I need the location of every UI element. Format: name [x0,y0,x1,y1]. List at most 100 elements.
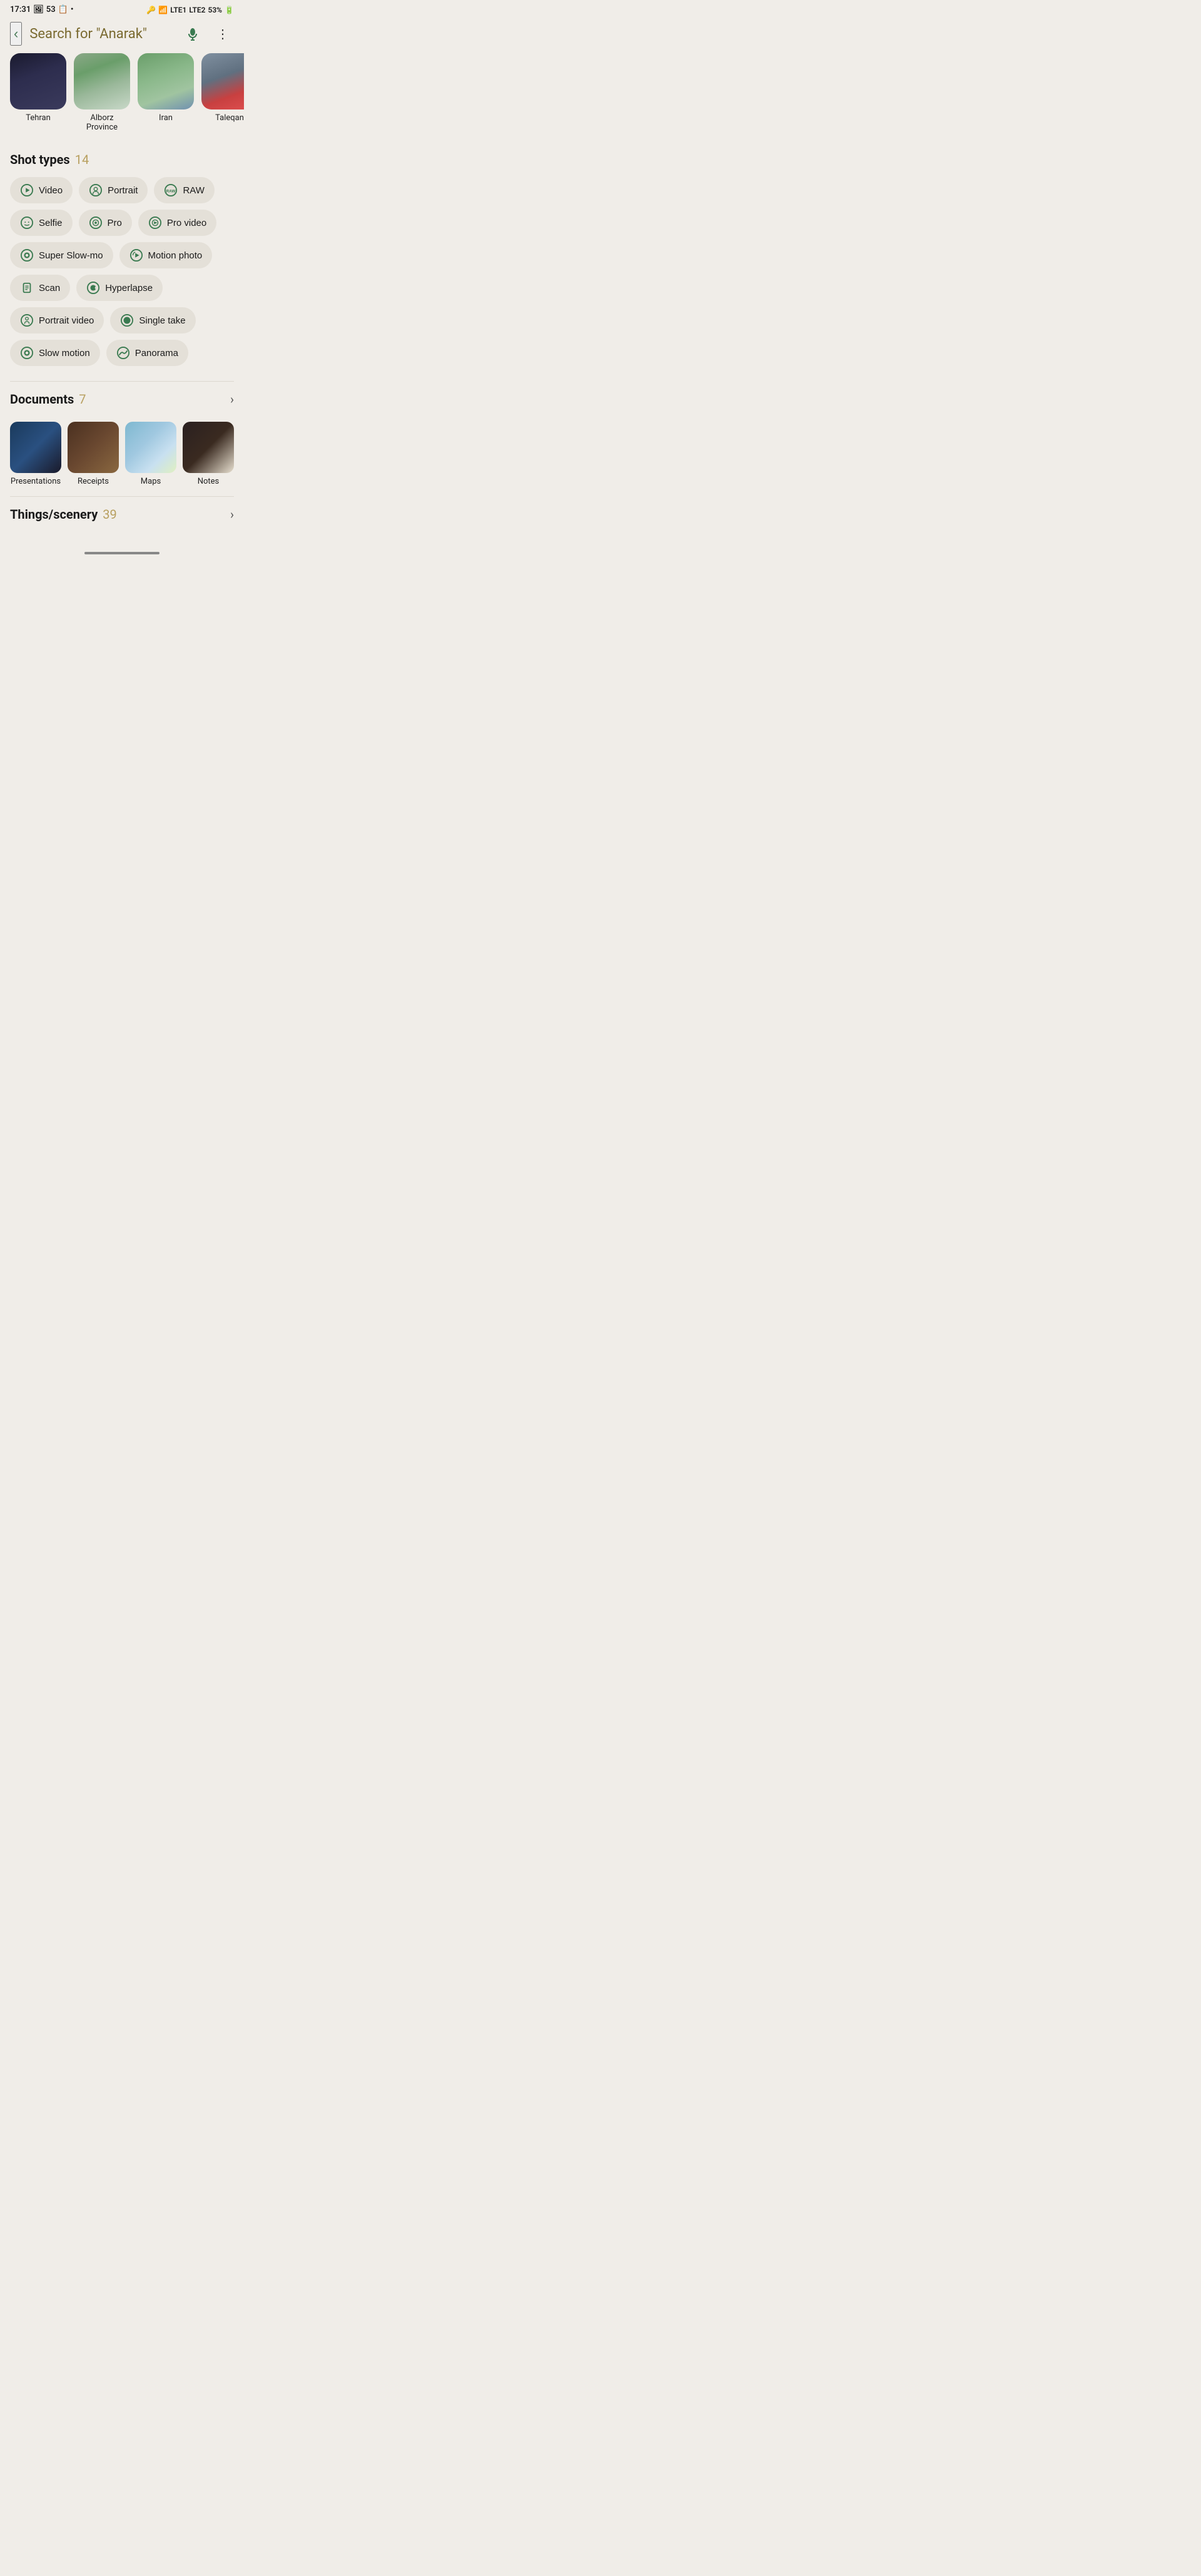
location-card-iran[interactable]: Iran [138,53,194,132]
time-display: 17:31 [10,5,31,14]
motion-photo-icon [129,248,143,262]
doc-card-maps[interactable]: Maps [125,422,176,486]
things-scenery-label: Things/scenery [10,507,98,522]
chip-label-hyperlapse: Hyperlapse [105,283,153,293]
chip-label-portrait-video: Portrait video [39,315,94,326]
panorama-icon [116,346,130,360]
doc-label-notes: Notes [198,477,220,486]
shot-types-title: Shot types 14 [10,152,234,167]
photo-icon: 🖼 [33,5,44,14]
chip-label-panorama: Panorama [135,348,178,359]
portrait-video-icon [20,313,34,327]
chip-single-take[interactable]: Single take [110,307,195,333]
play-icon [20,183,34,197]
scan-icon [20,281,34,295]
portrait-icon [89,183,103,197]
slow-motion-icon [20,346,34,360]
chip-panorama[interactable]: Panorama [106,340,188,366]
things-scenery-section: Things/scenery 39 › [0,497,244,547]
sim-icon: 📋 [58,5,68,14]
chip-label-pro: Pro [108,218,122,228]
chip-label-scan: Scan [39,283,60,293]
doc-thumb-maps [125,422,176,473]
documents-chevron[interactable]: › [230,392,234,407]
super-slowmo-icon [20,248,34,262]
location-scroll: Tehran Alborz Province Iran Taleqan [0,53,244,142]
doc-card-presentations[interactable]: Presentations [10,422,61,486]
doc-label-receipts: Receipts [78,477,109,486]
doc-thumb-presentations [10,422,61,473]
notification-count: 53 [46,5,56,14]
pro-icon [89,216,103,230]
status-left: 17:31 🖼 53 📋 • [10,5,73,14]
shot-types-count: 14 [75,152,89,167]
chip-scan[interactable]: Scan [10,275,70,301]
chip-slow-motion[interactable]: Slow motion [10,340,100,366]
doc-card-receipts[interactable]: Receipts [68,422,119,486]
doc-thumb-receipts [68,422,119,473]
chip-raw[interactable]: RAW RAW [154,177,214,203]
status-bar: 17:31 🖼 53 📋 • 🔑 📶 LTE1 LTE2 53% 🔋 [0,0,244,17]
chip-portrait[interactable]: Portrait [79,177,148,203]
shot-types-label: Shot types [10,152,70,167]
doc-thumb-notes [183,422,234,473]
bottom-handle [84,552,160,554]
chip-label-single-take: Single take [139,315,185,326]
things-scenery-chevron[interactable]: › [230,507,234,522]
chip-portrait-video[interactable]: Portrait video [10,307,104,333]
things-scenery-count: 39 [103,507,116,522]
battery-icon: 🔋 [225,6,234,14]
chip-pro[interactable]: Pro [79,210,132,236]
location-label-tehran: Tehran [26,113,51,123]
search-header: ‹ Search for "Anarak" ⋮ [0,17,244,53]
things-scenery-title: Things/scenery 39 [10,507,117,522]
back-button[interactable]: ‹ [10,22,22,46]
chip-label-selfie: Selfie [39,218,63,228]
lte2-icon: LTE2 [189,6,205,14]
chip-hyperlapse[interactable]: Hyperlapse [76,275,163,301]
doc-label-maps: Maps [141,477,161,486]
pro-video-icon [148,216,162,230]
chip-video[interactable]: Video [10,177,73,203]
key-icon: 🔑 [146,6,156,14]
chip-label-slow-motion: Slow motion [39,348,90,359]
status-right: 🔑 📶 LTE1 LTE2 53% 🔋 [146,6,234,14]
location-thumb-alborz [74,53,130,109]
location-thumb-taleqan [201,53,244,109]
chip-label-video: Video [39,185,63,196]
chip-label-raw: RAW [183,185,204,196]
documents-count: 7 [79,392,86,407]
things-scenery-header: Things/scenery 39 › [10,507,234,522]
chip-label-motion-photo: Motion photo [148,250,203,261]
location-card-taleqan[interactable]: Taleqan [201,53,244,132]
mic-icon [185,26,200,41]
doc-card-notes[interactable]: Notes [183,422,234,486]
location-card-tehran[interactable]: Tehran [10,53,66,132]
doc-label-presentations: Presentations [11,477,61,486]
documents-title: Documents 7 [10,392,86,407]
dot-indicator: • [71,5,74,14]
documents-grid: Presentations Receipts Maps Notes [0,422,244,496]
mic-button[interactable] [181,23,204,45]
documents-section: Documents 7 › [0,382,244,422]
hyperlapse-icon [86,281,100,295]
location-thumb-iran [138,53,194,109]
chip-label-portrait: Portrait [108,185,138,196]
chip-selfie[interactable]: Selfie [10,210,73,236]
svg-text:RAW: RAW [166,190,176,194]
location-label-alborz: Alborz Province [74,113,130,132]
chip-label-pro-video: Pro video [167,218,206,228]
lte1-icon: LTE1 [170,6,186,14]
chip-motion-photo[interactable]: Motion photo [119,242,213,268]
location-thumb-tehran [10,53,66,109]
chip-pro-video[interactable]: Pro video [138,210,216,236]
chip-super-slowmo[interactable]: Super Slow-mo [10,242,113,268]
battery-label: 53% [208,6,222,14]
shot-types-section: Shot types 14 Video Portrait RAW RAW [0,142,244,381]
single-take-icon [120,313,134,327]
documents-header: Documents 7 › [10,392,234,407]
location-label-iran: Iran [159,113,173,123]
location-card-alborz[interactable]: Alborz Province [74,53,130,132]
raw-icon: RAW [164,183,178,197]
more-button[interactable]: ⋮ [211,23,234,45]
